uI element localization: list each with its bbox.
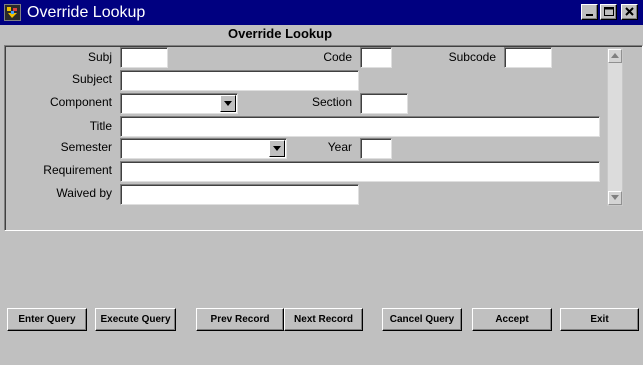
prev-record-button[interactable]: Prev Record	[196, 308, 284, 331]
year-field[interactable]	[360, 138, 392, 159]
semester-label: Semester	[60, 140, 112, 154]
close-button[interactable]	[621, 4, 638, 20]
maximize-button[interactable]	[600, 4, 617, 20]
scroll-down-button[interactable]	[608, 191, 622, 205]
semester-select[interactable]	[120, 138, 287, 159]
next-record-button[interactable]: Next Record	[284, 308, 363, 331]
semester-dropdown-button[interactable]	[269, 140, 285, 157]
title-label: Title	[89, 119, 112, 133]
section-field[interactable]	[360, 93, 408, 114]
app-icon[interactable]	[4, 4, 21, 21]
subcode-label: Subcode	[448, 50, 496, 64]
code-label: Code	[323, 50, 352, 64]
subj-label: Subj	[87, 50, 112, 64]
execute-query-button[interactable]: Execute Query	[95, 308, 176, 331]
window-title: Override Lookup	[27, 4, 146, 21]
title-bar[interactable]: Override Lookup	[0, 0, 643, 25]
subcode-field[interactable]	[504, 47, 552, 68]
waived-by-label: Waived by	[56, 186, 112, 200]
minimize-button[interactable]	[581, 4, 598, 20]
requirement-label: Requirement	[43, 163, 112, 177]
component-select[interactable]	[120, 93, 238, 114]
arrow-up-icon	[611, 53, 619, 58]
accept-button[interactable]: Accept	[472, 308, 552, 331]
code-field[interactable]	[360, 47, 392, 68]
year-label: Year	[327, 140, 352, 154]
chevron-down-icon	[224, 101, 232, 106]
arrow-down-icon	[611, 195, 619, 200]
subj-field[interactable]	[120, 47, 168, 68]
subject-label: Subject	[71, 72, 112, 86]
maximize-icon	[604, 7, 614, 16]
component-dropdown-button[interactable]	[220, 95, 236, 112]
cancel-query-button[interactable]: Cancel Query	[382, 308, 462, 331]
subject-field[interactable]	[120, 70, 359, 91]
component-label: Component	[49, 95, 112, 109]
vertical-scrollbar[interactable]	[607, 48, 623, 206]
title-field[interactable]	[120, 116, 600, 137]
close-icon	[625, 7, 634, 16]
section-label: Section	[311, 95, 352, 109]
requirement-field[interactable]	[120, 161, 600, 182]
exit-button[interactable]: Exit	[560, 308, 639, 331]
chevron-down-icon	[273, 146, 281, 151]
form-heading: Override Lookup	[227, 26, 333, 41]
waived-by-field[interactable]	[120, 184, 359, 205]
enter-query-button[interactable]: Enter Query	[7, 308, 87, 331]
minimize-icon	[586, 14, 593, 16]
scroll-up-button[interactable]	[608, 49, 622, 63]
